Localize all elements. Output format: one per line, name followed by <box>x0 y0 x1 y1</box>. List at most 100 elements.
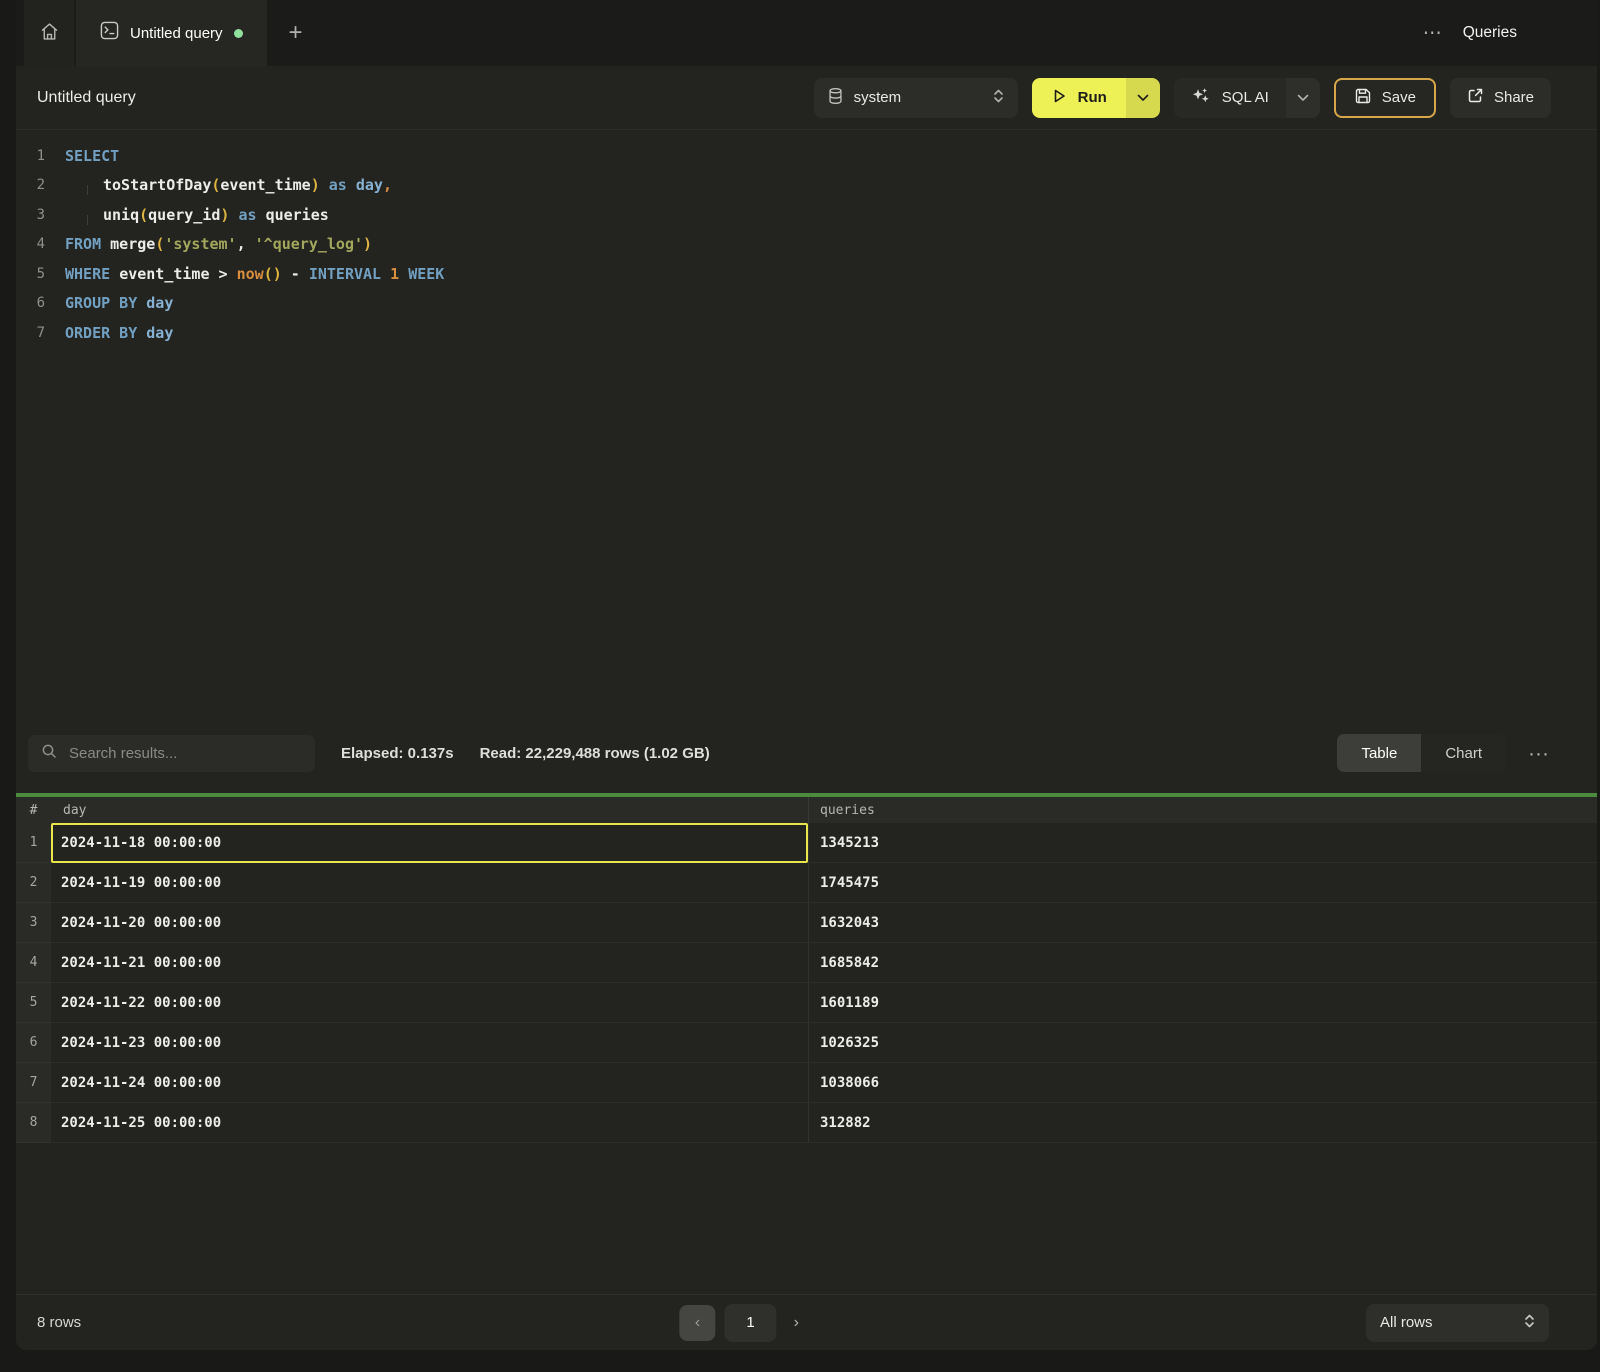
save-button[interactable]: Save <box>1334 78 1436 118</box>
share-icon <box>1467 87 1484 108</box>
cell-day[interactable]: 2024-11-24 00:00:00 <box>51 1063 808 1103</box>
database-select[interactable]: system <box>814 78 1018 118</box>
row-number: 8 <box>16 1103 51 1143</box>
cell-queries[interactable]: 1038066 <box>808 1063 1597 1103</box>
cell-day[interactable]: 2024-11-21 00:00:00 <box>51 943 808 983</box>
table-empty-area <box>16 1143 1597 1294</box>
database-icon <box>828 87 843 109</box>
elapsed-stat: Elapsed: 0.137s <box>341 745 454 762</box>
table-row: 22024-11-19 00:00:001745475 <box>16 863 1597 903</box>
search-icon <box>41 743 57 764</box>
page-size-value: All rows <box>1380 1314 1433 1331</box>
page-size-select[interactable]: All rows <box>1366 1304 1549 1342</box>
console-icon <box>100 21 119 45</box>
play-icon <box>1051 88 1067 108</box>
cell-queries[interactable]: 1685842 <box>808 943 1597 983</box>
view-toggle: Table Chart <box>1337 734 1506 772</box>
column-header-index[interactable]: # <box>16 803 51 818</box>
cell-day[interactable]: 2024-11-22 00:00:00 <box>51 983 808 1023</box>
row-number: 3 <box>16 903 51 943</box>
code-line[interactable]: 6GROUP BY day <box>16 289 1597 319</box>
line-number: 1 <box>16 148 45 164</box>
share-label: Share <box>1494 89 1534 106</box>
row-count: 8 rows <box>37 1314 81 1331</box>
sql-ai-button[interactable]: SQL AI <box>1174 78 1286 118</box>
cell-queries[interactable]: 1632043 <box>808 903 1597 943</box>
code-line[interactable]: 5WHERE event_time > now() - INTERVAL 1 W… <box>16 259 1597 289</box>
queries-panel-toggle[interactable]: Queries <box>1463 24 1517 42</box>
updown-chevron-icon <box>993 88 1004 108</box>
prev-page-button[interactable]: ‹ <box>680 1305 716 1341</box>
row-number: 2 <box>16 863 51 903</box>
updown-chevron-icon <box>1524 1313 1535 1333</box>
sparkles-icon <box>1191 86 1211 110</box>
table-row: 42024-11-21 00:00:001685842 <box>16 943 1597 983</box>
topbar: Untitled query + ⋯ Queries <box>16 0 1597 66</box>
cell-day[interactable]: 2024-11-19 00:00:00 <box>51 863 808 903</box>
overflow-menu-icon[interactable]: ⋯ <box>1423 22 1443 45</box>
search-box[interactable] <box>28 735 315 772</box>
next-page-button[interactable]: › <box>786 1314 807 1332</box>
results-footer: 8 rows ‹ 1 › All rows <box>16 1294 1597 1350</box>
line-number: 7 <box>16 325 45 341</box>
cell-day[interactable]: 2024-11-20 00:00:00 <box>51 903 808 943</box>
cell-day[interactable]: 2024-11-23 00:00:00 <box>51 1023 808 1063</box>
cell-queries[interactable]: 1601189 <box>808 983 1597 1023</box>
cell-day[interactable]: 2024-11-18 00:00:00 <box>51 823 808 863</box>
results-overflow-icon[interactable]: ··· <box>1528 743 1549 764</box>
query-header: Untitled query system Run <box>16 66 1597 130</box>
row-number: 1 <box>16 823 51 863</box>
table-row: 32024-11-20 00:00:001632043 <box>16 903 1597 943</box>
save-icon <box>1354 87 1372 109</box>
tab-table[interactable]: Table <box>1337 734 1421 772</box>
line-number: 3 <box>16 207 45 223</box>
sql-editor[interactable]: 1SELECT2toStartOfDay(event_time) as day,… <box>16 130 1597 713</box>
run-options-button[interactable] <box>1126 78 1160 118</box>
cell-day[interactable]: 2024-11-25 00:00:00 <box>51 1103 808 1143</box>
table-row: 52024-11-22 00:00:001601189 <box>16 983 1597 1023</box>
column-header-queries[interactable]: queries <box>808 797 1597 823</box>
share-button[interactable]: Share <box>1450 78 1551 118</box>
sql-ai-split-button: SQL AI <box>1174 78 1320 118</box>
code-line[interactable]: 3uniq(query_id) as queries <box>16 200 1597 230</box>
read-stat: Read: 22,229,488 rows (1.02 GB) <box>480 745 710 762</box>
table-header: # day queries <box>16 797 1597 823</box>
line-number: 5 <box>16 266 45 282</box>
row-number: 5 <box>16 983 51 1023</box>
code-line[interactable]: 1SELECT <box>16 141 1597 171</box>
current-page-button[interactable]: 1 <box>725 1304 777 1342</box>
tab-untitled-query[interactable]: Untitled query <box>76 0 267 66</box>
search-input[interactable] <box>67 744 302 763</box>
code-line[interactable]: 7ORDER BY day <box>16 318 1597 348</box>
cell-queries[interactable]: 1345213 <box>808 823 1597 863</box>
run-button[interactable]: Run <box>1032 78 1126 118</box>
home-button[interactable] <box>24 0 74 66</box>
sql-ai-options-button[interactable] <box>1286 78 1320 118</box>
results-toolbar: Elapsed: 0.137s Read: 22,229,488 rows (1… <box>16 713 1597 793</box>
code-line[interactable]: 4FROM merge('system', '^query_log') <box>16 230 1597 260</box>
cell-queries[interactable]: 312882 <box>808 1103 1597 1143</box>
line-number: 2 <box>16 177 45 193</box>
cell-queries[interactable]: 1026325 <box>808 1023 1597 1063</box>
table-row: 72024-11-24 00:00:001038066 <box>16 1063 1597 1103</box>
tab-chart[interactable]: Chart <box>1421 734 1506 772</box>
pagination: ‹ 1 › <box>680 1304 807 1342</box>
database-select-value: system <box>854 89 982 106</box>
editor-lines: 1SELECT2toStartOfDay(event_time) as day,… <box>16 141 1597 348</box>
row-number: 4 <box>16 943 51 983</box>
column-header-day[interactable]: day <box>51 803 808 818</box>
table-row: 82024-11-25 00:00:00312882 <box>16 1103 1597 1143</box>
run-split-button: Run <box>1032 78 1160 118</box>
new-tab-button[interactable]: + <box>267 0 325 66</box>
cell-queries[interactable]: 1745475 <box>808 863 1597 903</box>
tab-label: Untitled query <box>130 25 223 42</box>
sql-ai-label: SQL AI <box>1222 89 1269 106</box>
row-number: 7 <box>16 1063 51 1103</box>
code-line[interactable]: 2toStartOfDay(event_time) as day, <box>16 171 1597 201</box>
chevron-down-icon <box>1297 89 1309 107</box>
run-label: Run <box>1078 89 1107 106</box>
unsaved-indicator-dot <box>234 29 243 38</box>
table-row: 12024-11-18 00:00:001345213 <box>16 823 1597 863</box>
home-icon <box>39 21 60 45</box>
page-title: Untitled query <box>37 89 136 107</box>
